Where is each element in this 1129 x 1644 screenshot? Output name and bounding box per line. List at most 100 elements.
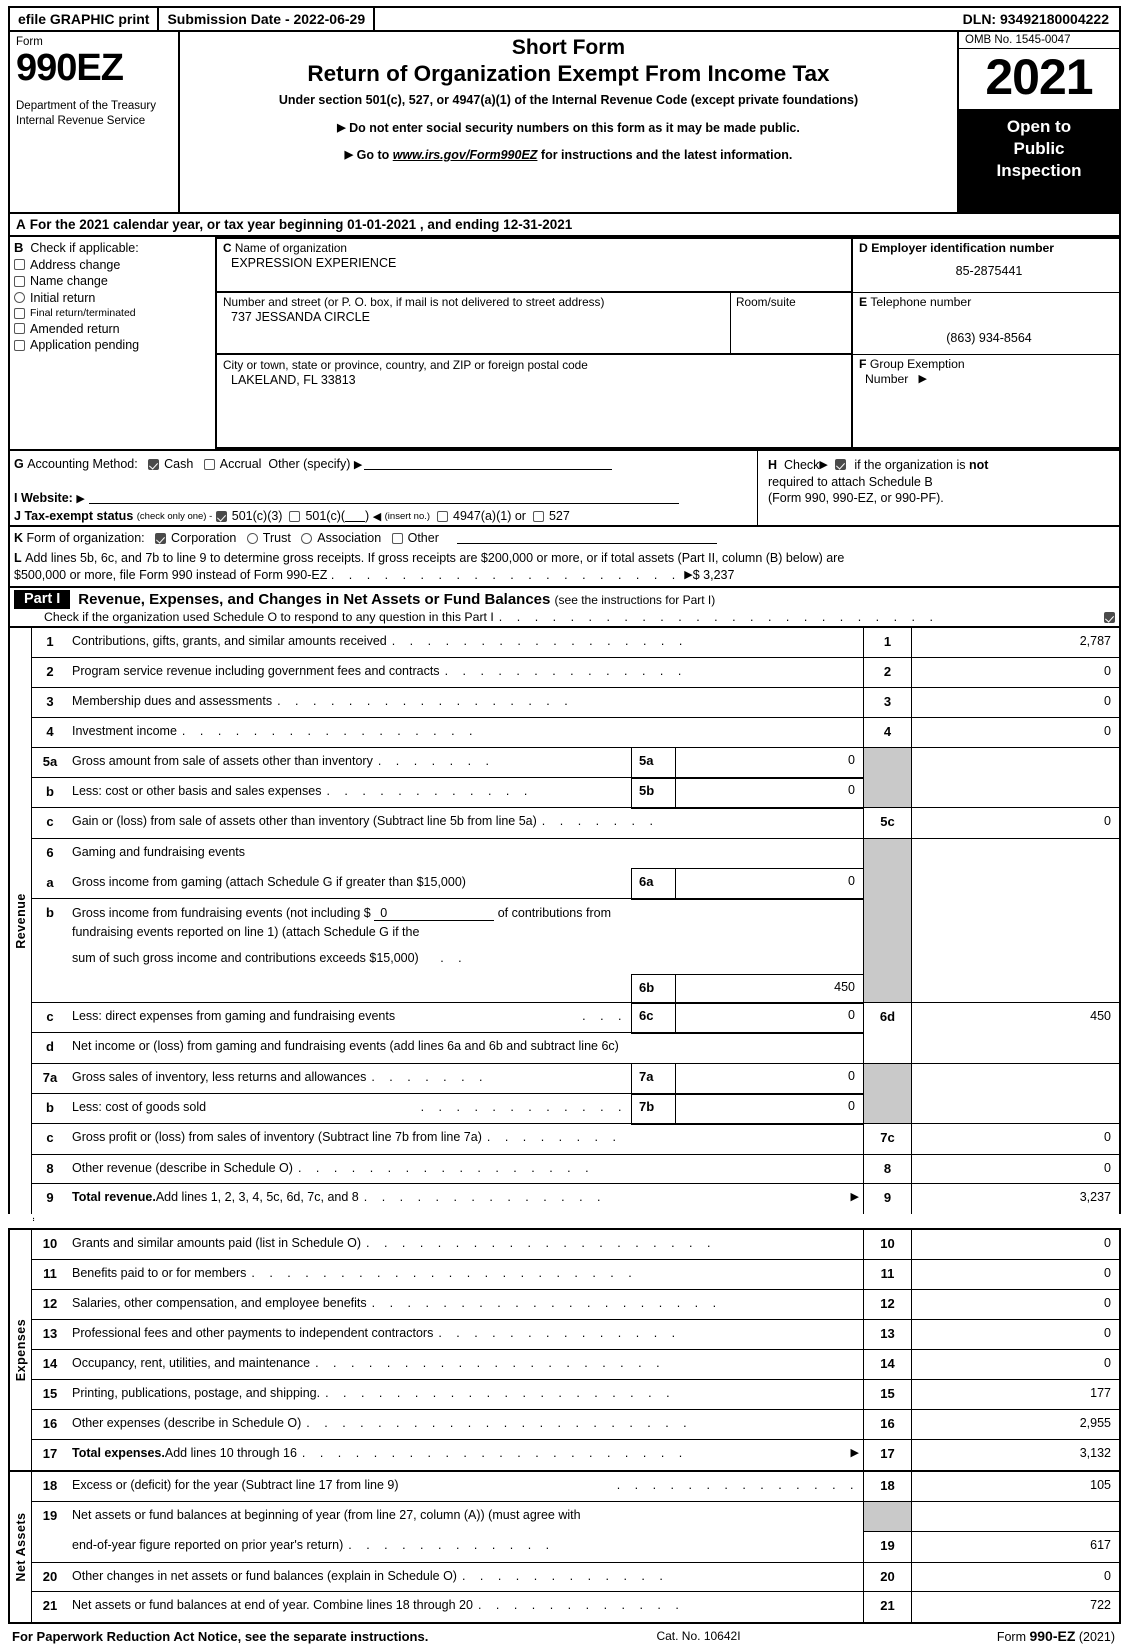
checkbox-initial-return[interactable]: Initial return	[14, 291, 215, 305]
section-c-letter: C	[223, 241, 232, 255]
checkbox-527-icon[interactable]	[532, 510, 544, 522]
row-amount[interactable]: 722	[911, 1592, 1119, 1623]
row-description-text: Gain or (loss) from sale of assets other…	[72, 814, 537, 829]
irs-form990ez-link[interactable]: www.irs.gov/Form990EZ	[393, 148, 538, 162]
table-row: 13 Professional fees and other payments …	[32, 1320, 1119, 1351]
sub-amount-value[interactable]: 0	[676, 1064, 863, 1094]
sub-amount-value[interactable]: 0	[676, 869, 863, 899]
row-amount[interactable]: 177	[911, 1380, 1119, 1410]
sub-amount-value[interactable]: 0	[676, 748, 863, 778]
sub-amount-value[interactable]: 0	[676, 1094, 863, 1124]
row-description: Investment income . . . . . . . . . . . .…	[68, 718, 863, 747]
row-amount[interactable]: 0	[911, 658, 1119, 688]
triangle-pointer-icon: ▶	[850, 1191, 859, 1204]
checkbox-schedule-b-icon[interactable]	[834, 459, 846, 470]
checkbox-amended-return[interactable]: Amended return	[14, 322, 215, 336]
checkbox-final-return[interactable]: Final return/terminated	[14, 307, 215, 319]
row-line-number: c	[46, 814, 54, 830]
checkbox-icon[interactable]	[14, 259, 25, 270]
row-amount[interactable]: 0	[911, 1350, 1119, 1380]
ein-caption-text: Employer identification number	[871, 241, 1055, 255]
row-description: Net assets or fund balances at end of ye…	[68, 1592, 863, 1622]
row-amount[interactable]: 0	[911, 1260, 1119, 1290]
row-number-box: 5c	[863, 808, 911, 839]
accounting-other-input[interactable]	[364, 459, 613, 470]
table-row: 3 Membership dues and assessments . . . .…	[32, 688, 1119, 719]
row-amount[interactable]: 0	[911, 688, 1119, 718]
section-i-row: I Website: ▶	[14, 491, 757, 505]
form-title-short: Short Form	[511, 36, 626, 59]
row-amount[interactable]: 3,132	[911, 1440, 1119, 1471]
other-org-input[interactable]	[456, 533, 717, 544]
row-amount[interactable]: 0	[911, 1290, 1119, 1320]
group-exemption-number-label: Number	[865, 372, 909, 386]
row-amount[interactable]: 0	[911, 1124, 1119, 1155]
section-i-letter: I	[14, 491, 18, 505]
row-line-number: 5a	[42, 754, 58, 770]
row-amount[interactable]: 0	[911, 808, 1119, 839]
row-description: Gross income from fundraising events (no…	[68, 899, 631, 1002]
org-name-caption: C Name of organization	[223, 241, 851, 255]
leader-dots: . . . . . . . . . . . .	[348, 1538, 555, 1553]
checkbox-accrual-icon[interactable]	[203, 458, 215, 470]
row-amount[interactable]: 2,955	[911, 1410, 1119, 1440]
row-amount[interactable]: 0	[911, 1230, 1119, 1260]
table-row: d Net income or (loss) from gaming and f…	[32, 1033, 863, 1063]
checkbox-icon[interactable]	[14, 292, 25, 303]
row-description: Less: direct expenses from gaming and fu…	[68, 1003, 631, 1032]
row-description-bold: Total expenses.	[72, 1446, 165, 1461]
row-amount[interactable]: 0	[911, 1320, 1119, 1350]
checkbox-icon[interactable]	[14, 339, 25, 351]
checkbox-501c-icon[interactable]	[289, 510, 301, 522]
row-line-number: 7a	[42, 1070, 58, 1086]
checkbox-application-pending[interactable]: Application pending	[14, 338, 215, 352]
row-amount[interactable]: 0	[911, 1563, 1119, 1592]
checkbox-4947a1-icon[interactable]	[437, 510, 448, 522]
row-description-text: Program service revenue including govern…	[72, 664, 440, 679]
row-line-number: a	[46, 875, 54, 891]
org-name-value: EXPRESSION EXPERIENCE	[231, 256, 397, 270]
sub-amount-value[interactable]: 0	[676, 1003, 863, 1033]
row-amount[interactable]: 617	[911, 1532, 1119, 1563]
row-amount[interactable]: 3,237	[911, 1184, 1119, 1215]
row-line-number: 2	[46, 664, 54, 680]
row-description-text: Excess or (deficit) for the year (Subtra…	[72, 1478, 399, 1493]
row-amount[interactable]: 0	[911, 718, 1119, 748]
checkbox-cash-icon[interactable]	[148, 458, 160, 470]
website-input[interactable]	[88, 493, 679, 504]
row-amount[interactable]: 105	[911, 1472, 1119, 1502]
checkbox-name-change[interactable]: Name change	[14, 274, 215, 288]
form-title-main: Return of Organization Exempt From Incom…	[307, 61, 830, 86]
section-j-note: (check only one) -	[136, 510, 213, 522]
checkbox-501c3-icon[interactable]	[215, 510, 227, 522]
table-row-group-19: 19 Net assets or fund balances at beginn…	[32, 1502, 1119, 1563]
leader-dots: . . . . . . . . . . . . . . . . . . . . …	[306, 1416, 693, 1431]
row-line-number: 11	[43, 1266, 57, 1282]
org-name-caption-text: Name of organization	[234, 241, 347, 255]
checkbox-association-icon[interactable]	[301, 532, 313, 544]
table-row: end-of-year figure reported on prior yea…	[32, 1532, 863, 1562]
checkbox-icon[interactable]	[14, 307, 25, 319]
checkbox-address-change[interactable]: Address change	[14, 258, 215, 272]
insert-no-input[interactable]	[345, 511, 366, 522]
checkbox-icon[interactable]	[14, 323, 25, 334]
checkbox-trust-icon[interactable]	[246, 532, 258, 544]
fundraising-contrib-input[interactable]: 0	[374, 906, 495, 922]
row-amount[interactable]: 2,787	[911, 628, 1119, 658]
sub-amount-value[interactable]: 450	[676, 975, 863, 1003]
checkbox-icon[interactable]	[14, 275, 25, 287]
section-b-heading-text: Check if applicable:	[30, 241, 139, 255]
row-description-text: Benefits paid to or for members	[72, 1266, 247, 1281]
row-description: Occupancy, rent, utilities, and maintena…	[68, 1350, 863, 1379]
checkbox-schedule-o-icon[interactable]	[1104, 611, 1115, 623]
row-amount[interactable]: 0	[911, 1155, 1119, 1184]
section-j-row: J Tax-exempt status (check only one) - 5…	[14, 509, 757, 523]
checkbox-corporation-icon[interactable]	[155, 532, 167, 544]
checkbox-application-pending-label: Application pending	[30, 338, 140, 352]
row-line-number: 4	[46, 724, 54, 740]
row-line-number: 14	[42, 1356, 58, 1372]
checkbox-other-org-icon[interactable]	[391, 532, 403, 544]
sub-amount-value[interactable]: 0	[676, 778, 863, 808]
row-line-number: 9	[46, 1190, 54, 1206]
row-amount[interactable]: 450	[911, 1003, 1119, 1064]
